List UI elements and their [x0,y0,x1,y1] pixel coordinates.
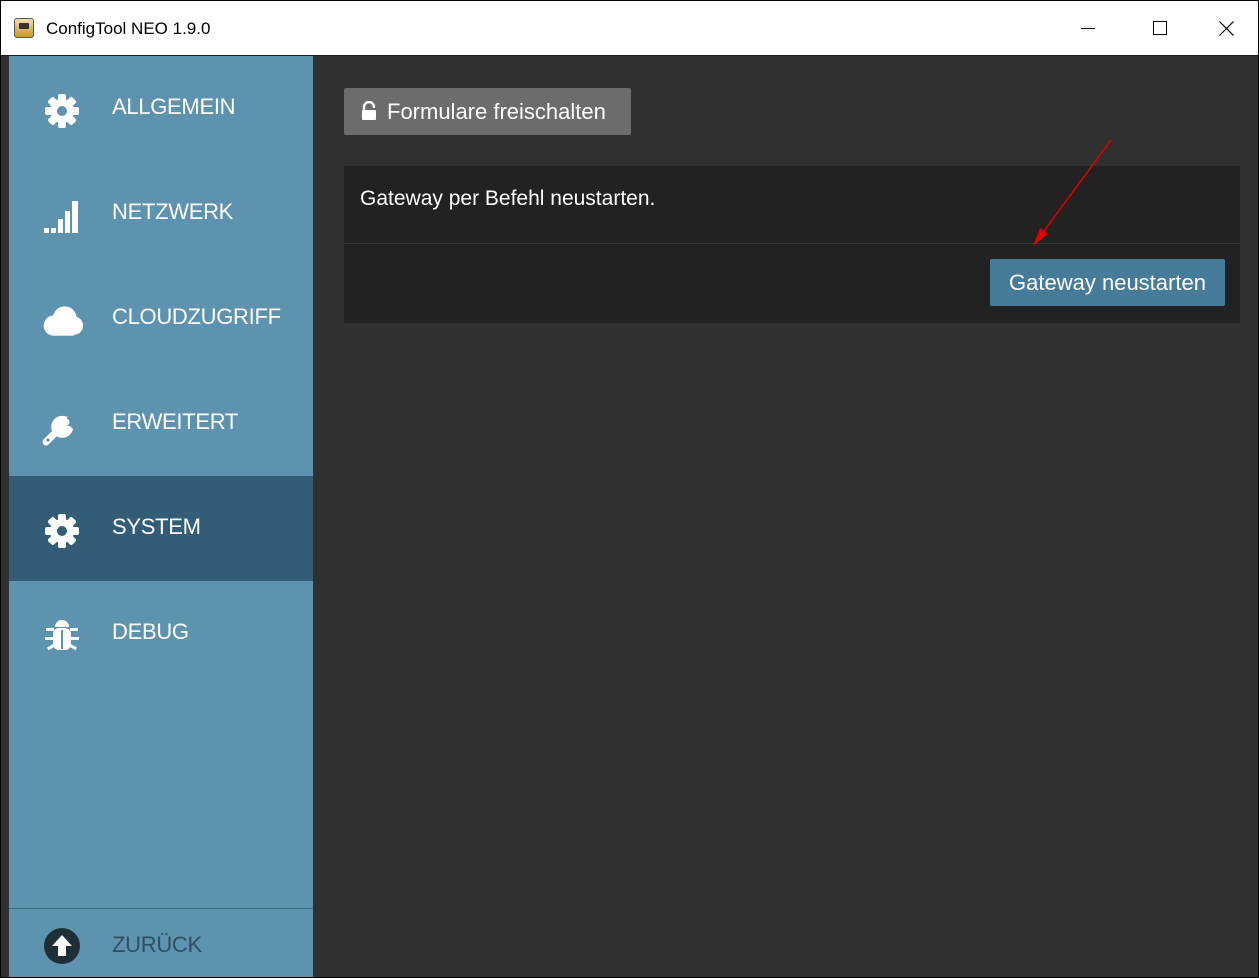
sidebar-item-debug[interactable]: DEBUG [9,581,313,686]
app-logo-icon [14,18,34,38]
signal-bars-icon [40,197,84,235]
maximize-button[interactable] [1125,1,1195,55]
sidebar-item-label: ALLGEMEIN [112,94,236,119]
sidebar-item-label: ERWEITERT [112,409,239,434]
cloud-icon [40,302,84,340]
unlock-forms-label: Formulare freischalten [387,99,606,124]
restart-gateway-button[interactable]: Gateway neustarten [990,259,1225,306]
unlock-icon [361,100,377,126]
minimize-icon [1081,28,1095,29]
gear-icon [40,512,84,550]
panel-divider [344,243,1240,244]
sidebar-item-cloudzugriff[interactable]: CLOUDZUGRIFF [9,266,313,371]
restart-gateway-label: Gateway neustarten [1009,270,1206,295]
arrow-up-circle-icon [42,926,82,966]
minimize-button[interactable] [1053,1,1123,55]
sidebar-item-system[interactable]: SYSTEM [9,476,313,581]
back-button[interactable]: ZURÜCK [9,909,313,977]
unlock-forms-button[interactable]: Formulare freischalten [344,88,631,135]
back-label: ZURÜCK [112,932,202,957]
close-button[interactable] [1191,1,1258,55]
sidebar-item-label: SYSTEM [112,514,201,539]
panel-description: Gateway per Befehl neustarten. [360,187,656,210]
close-icon [1218,20,1234,36]
wrench-icon [40,407,84,446]
sidebar-item-allgemein[interactable]: ALLGEMEIN [9,56,313,161]
sidebar-item-label: CLOUDZUGRIFF [112,304,281,329]
sidebar-item-label: DEBUG [112,619,189,644]
gear-icon [40,92,84,130]
main-content: Formulare freischalten Gateway per Befeh… [313,56,1258,977]
title-bar: ConfigTool NEO 1.9.0 [1,1,1258,56]
sidebar-item-netzwerk[interactable]: NETZWERK [9,161,313,266]
restart-panel: Gateway per Befehl neustarten. Gateway n… [344,166,1240,323]
sidebar: ALLGEMEIN NETZWERK CLOUDZUGRIFF ERWEITER… [9,56,313,977]
sidebar-item-erweitert[interactable]: ERWEITERT [9,371,313,476]
maximize-icon [1153,21,1167,35]
bug-icon [40,617,84,655]
window-title: ConfigTool NEO 1.9.0 [46,19,211,38]
sidebar-item-label: NETZWERK [112,199,234,224]
app-window: ConfigTool NEO 1.9.0 ALLGEMEIN NETZWERK … [0,0,1259,978]
